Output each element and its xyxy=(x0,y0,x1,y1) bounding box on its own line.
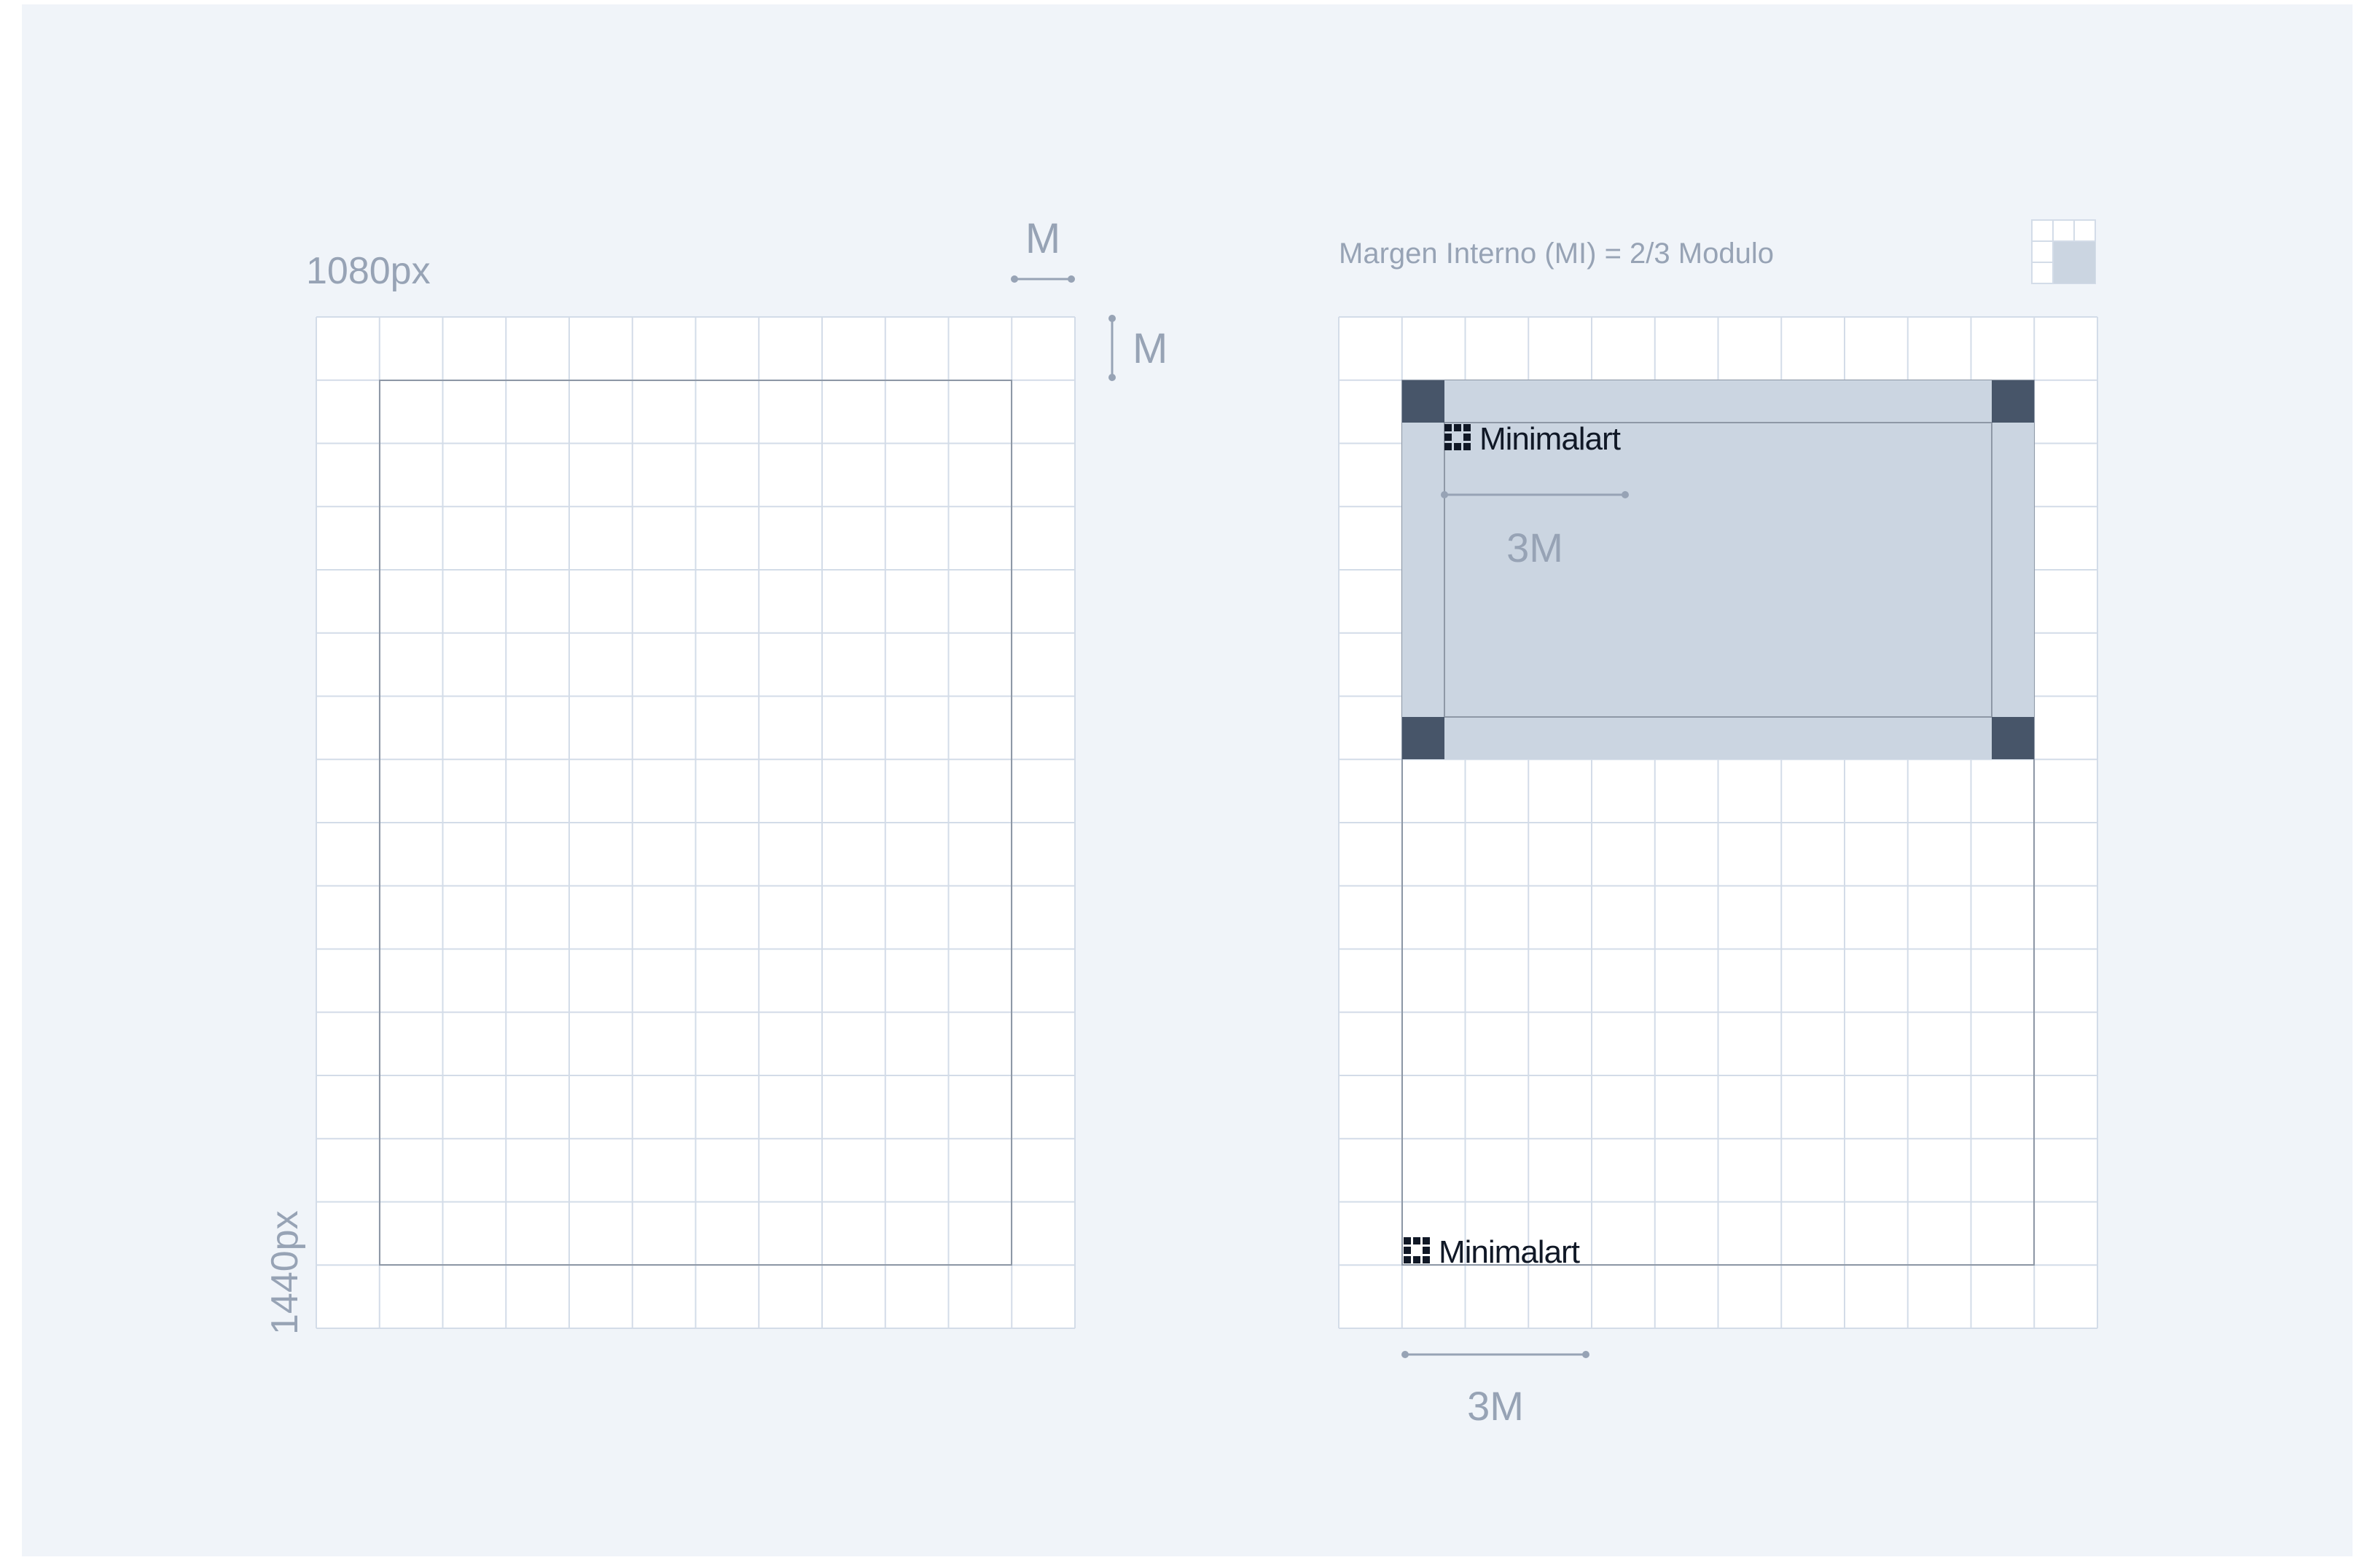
logo-wordmark-bottom: Minimalart xyxy=(1439,1234,1580,1270)
corner-top-left xyxy=(1402,380,1444,423)
height-label: 1440px xyxy=(264,1210,306,1335)
corner-bottom-left xyxy=(1402,717,1444,759)
logo-wordmark-top: Minimalart xyxy=(1479,421,1621,457)
module-label-horizontal: M xyxy=(1025,215,1060,262)
module-label-vertical: M xyxy=(1133,325,1168,372)
corner-top-right xyxy=(1992,380,2034,423)
module-horizontal-dimension: M xyxy=(1011,215,1075,283)
module-vertical-dimension: M xyxy=(1108,315,1168,381)
diagram-canvas: 1080px 1440px M M Margen Interno (MI) = … xyxy=(22,4,2353,1556)
inner-3m-label: 3M xyxy=(1506,525,1563,571)
mini-grid-legend-icon xyxy=(2031,219,2096,284)
bottom-3m-dimension: 3M xyxy=(1401,1351,1589,1429)
left-panel: 1080px 1440px M M xyxy=(264,215,1168,1335)
internal-margin-caption: Margen Interno (MI) = 2/3 Modulo xyxy=(1339,238,1774,270)
corner-bottom-right xyxy=(1992,717,2034,759)
layout-grid-diagram: 1080px 1440px M M Margen Interno (MI) = … xyxy=(264,215,2098,1429)
bottom-3m-label: 3M xyxy=(1467,1383,1524,1429)
right-panel: Margen Interno (MI) = 2/3 Modulo Minimal… xyxy=(1338,219,2098,1429)
width-label: 1080px xyxy=(306,250,431,292)
